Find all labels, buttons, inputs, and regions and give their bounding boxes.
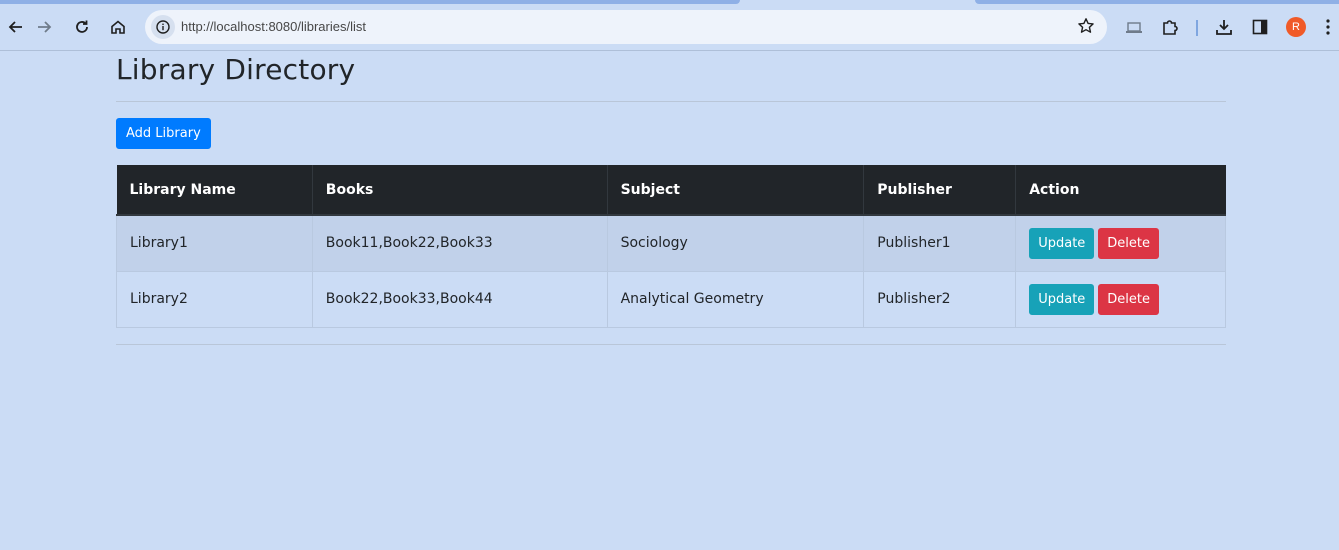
extensions-button[interactable] — [1155, 12, 1185, 42]
update-button[interactable]: Update — [1029, 227, 1095, 259]
add-library-button[interactable]: Add Library — [116, 118, 211, 149]
url-text[interactable]: http://localhost:8080/libraries/list — [181, 19, 366, 34]
back-button[interactable] — [0, 12, 30, 42]
cell-publisher: Publisher1 — [863, 214, 1017, 272]
cell-library-name: Library1 — [116, 214, 313, 272]
laptop-icon — [1126, 22, 1142, 33]
reload-button[interactable] — [67, 12, 97, 42]
delete-button[interactable]: Delete — [1098, 283, 1160, 315]
forward-button[interactable] — [30, 12, 60, 42]
address-bar[interactable]: http://localhost:8080/libraries/list — [145, 10, 1107, 44]
column-header-books: Books — [312, 165, 608, 216]
column-header-action: Action — [1015, 165, 1226, 216]
cell-library-name: Library2 — [116, 270, 313, 328]
cell-actions: Update Delete — [1015, 214, 1226, 272]
puzzle-icon — [1163, 20, 1178, 35]
cell-books: Book11,Book22,Book33 — [311, 214, 608, 272]
table-row: Library2 Book22,Book33,Book44 Analytical… — [116, 270, 1226, 328]
cell-actions: Update Delete — [1015, 270, 1226, 328]
cell-subject: Analytical Geometry — [606, 270, 865, 328]
side-panel-icon — [1252, 19, 1268, 35]
browser-toolbar: http://localhost:8080/libraries/list R — [0, 4, 1339, 51]
more-vertical-icon — [1326, 19, 1330, 35]
downloads-button[interactable] — [1209, 12, 1239, 42]
cell-publisher: Publisher2 — [863, 270, 1017, 328]
title-divider — [116, 101, 1226, 102]
download-icon — [1216, 20, 1232, 35]
cell-books: Book22,Book33,Book44 — [311, 270, 608, 328]
update-button[interactable]: Update — [1029, 283, 1095, 315]
back-arrow-icon — [8, 21, 22, 33]
column-header-library-name: Library Name — [116, 165, 313, 216]
toolbar-divider — [1196, 20, 1198, 36]
page-title: Library Directory — [116, 53, 356, 86]
side-panel-button[interactable] — [1245, 12, 1275, 42]
site-info-icon[interactable] — [151, 15, 175, 39]
column-header-subject: Subject — [607, 165, 865, 216]
profile-avatar[interactable]: R — [1286, 17, 1306, 37]
forward-arrow-icon — [38, 21, 52, 33]
delete-button[interactable]: Delete — [1098, 227, 1160, 259]
cell-subject: Sociology — [606, 214, 865, 272]
column-header-publisher: Publisher — [863, 165, 1017, 216]
table-header: Library Name Books Subject Publisher Act… — [116, 165, 1226, 216]
reload-icon — [76, 20, 88, 33]
home-icon — [111, 20, 125, 34]
bookmark-star-icon[interactable] — [1077, 17, 1095, 40]
libraries-table: Library Name Books Subject Publisher Act… — [116, 165, 1226, 328]
footer-divider — [116, 344, 1226, 345]
browser-menu-button[interactable] — [1317, 12, 1339, 42]
cast-button[interactable] — [1119, 12, 1149, 42]
home-button[interactable] — [103, 12, 133, 42]
table-row: Library1 Book11,Book22,Book33 Sociology … — [116, 214, 1226, 272]
